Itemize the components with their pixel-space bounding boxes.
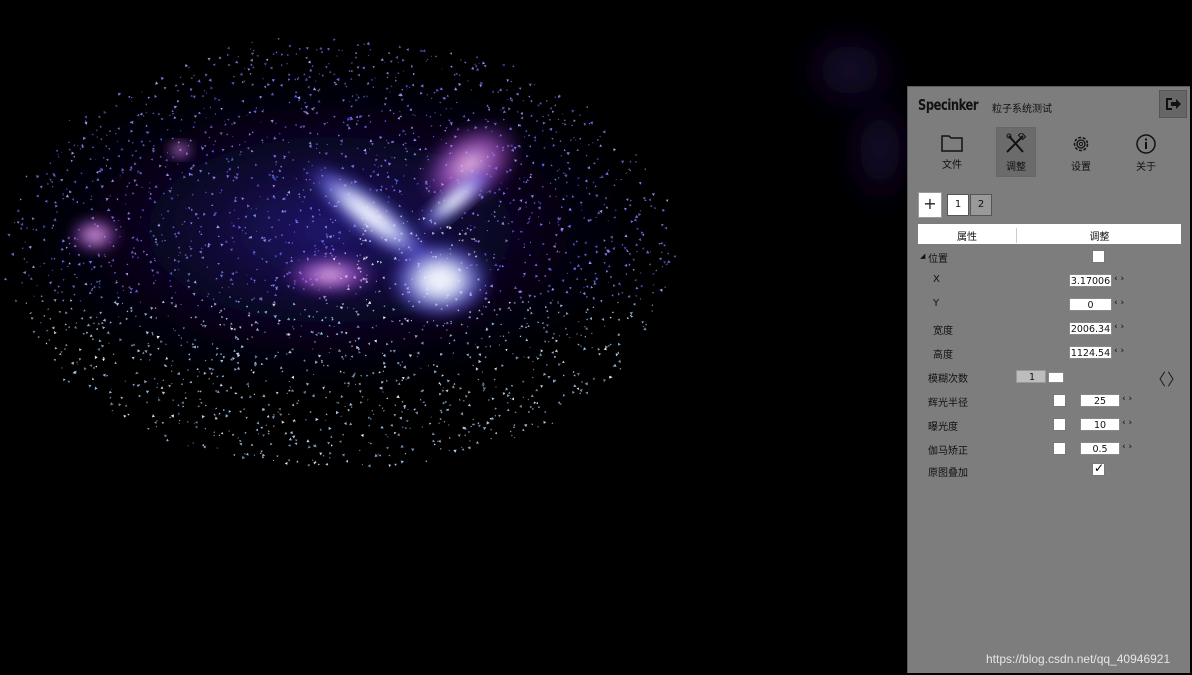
glow-radius-checkbox[interactable] xyxy=(1053,394,1066,407)
width-row: 宽度 2006.34 ‹ › xyxy=(908,319,1191,339)
width-input[interactable]: 2006.34 xyxy=(1069,322,1112,335)
exposure-checkbox[interactable] xyxy=(1053,418,1066,431)
x-input[interactable]: 3.17006 xyxy=(1069,274,1112,287)
property-table-header: 属性 调整 xyxy=(918,224,1181,244)
blur-count-slider-thumb[interactable] xyxy=(1048,372,1064,383)
y-input[interactable]: 0 xyxy=(1069,298,1112,311)
glow-radius-label: 辉光半径 xyxy=(928,398,968,409)
gear-icon xyxy=(1073,136,1089,152)
prev-arrow-button[interactable]: 〈 xyxy=(1150,366,1166,390)
exposure-label: 曝光度 xyxy=(928,422,958,433)
tab-2[interactable]: 2 xyxy=(970,194,992,216)
position-group-row[interactable]: ◢ 位置 xyxy=(908,247,1191,267)
glow-radius-row: 辉光半径 25 ‹ › xyxy=(908,391,1191,411)
overlay-label: 原图叠加 xyxy=(928,468,968,479)
header-adjust: 调整 xyxy=(1016,228,1182,243)
overlay-checkbox[interactable] xyxy=(1092,461,1105,476)
info-icon xyxy=(1136,134,1156,154)
exposure-spinner[interactable]: ‹ › xyxy=(1122,418,1132,428)
x-spinner[interactable]: ‹ › xyxy=(1114,274,1124,284)
collapse-triangle-icon[interactable]: ◢ xyxy=(920,252,925,260)
gamma-spinner[interactable]: ‹ › xyxy=(1122,442,1132,452)
x-row: X 3.17006 ‹ › xyxy=(908,271,1191,291)
y-row: Y 0 ‹ › xyxy=(908,295,1191,315)
x-label: X xyxy=(933,274,940,285)
height-label: 高度 xyxy=(933,350,953,361)
project-title: 粒子系统测试 xyxy=(992,104,1052,115)
folder-icon xyxy=(941,135,963,152)
adjust-tools-icon xyxy=(1006,133,1027,153)
watermark-url: https://blog.csdn.net/qq_40946921 xyxy=(986,652,1171,666)
y-label: Y xyxy=(933,298,940,309)
width-spinner[interactable]: ‹ › xyxy=(1114,322,1124,332)
blur-count-label: 模糊次数 xyxy=(928,374,968,385)
tab-1[interactable]: 1 xyxy=(947,194,969,216)
adjust-tool-label: 调整 xyxy=(1006,162,1026,173)
width-label: 宽度 xyxy=(933,326,953,337)
glow-radius-input[interactable]: 25 xyxy=(1080,394,1120,407)
settings-tool-button[interactable]: 设置 xyxy=(1061,127,1101,177)
exposure-input[interactable]: 10 xyxy=(1080,418,1120,431)
add-tab-button[interactable]: + xyxy=(918,192,942,218)
main-toolbar: 文件 调整 设置 关于 xyxy=(920,127,1180,177)
gamma-row: 伽马矫正 0.5 ‹ › xyxy=(908,439,1191,459)
exit-icon xyxy=(1166,98,1181,110)
y-spinner[interactable]: ‹ › xyxy=(1114,298,1124,308)
height-input[interactable]: 1124.54 xyxy=(1069,346,1112,359)
about-tool-button[interactable]: 关于 xyxy=(1126,127,1166,177)
blur-count-row: 模糊次数 1 〈 〉 xyxy=(908,366,1191,390)
file-tool-button[interactable]: 文件 xyxy=(932,127,972,177)
blur-count-slider[interactable]: 1 xyxy=(1016,370,1046,383)
exposure-row: 曝光度 10 ‹ › xyxy=(908,415,1191,435)
gamma-label: 伽马矫正 xyxy=(928,446,968,457)
position-label: 位置 xyxy=(928,254,948,265)
position-checkbox[interactable] xyxy=(1092,250,1105,263)
file-tool-label: 文件 xyxy=(942,160,962,171)
height-spinner[interactable]: ‹ › xyxy=(1114,346,1124,356)
next-arrow-button[interactable]: 〉 xyxy=(1167,366,1183,390)
settings-panel: Specinker 粒子系统测试 文件 调整 设置 关于 + 1 2 属性 调整… xyxy=(907,86,1190,673)
header-property: 属性 xyxy=(957,232,977,243)
adjust-tool-button[interactable]: 调整 xyxy=(996,127,1036,177)
gamma-checkbox[interactable] xyxy=(1053,442,1066,455)
gamma-input[interactable]: 0.5 xyxy=(1080,442,1120,455)
height-row: 高度 1124.54 ‹ › xyxy=(908,343,1191,363)
settings-tool-label: 设置 xyxy=(1071,162,1091,173)
exit-button[interactable] xyxy=(1159,90,1187,118)
glow-radius-spinner[interactable]: ‹ › xyxy=(1122,394,1132,404)
about-tool-label: 关于 xyxy=(1136,162,1156,173)
app-brand: Specinker xyxy=(918,96,979,114)
overlay-row: 原图叠加 xyxy=(908,461,1191,481)
